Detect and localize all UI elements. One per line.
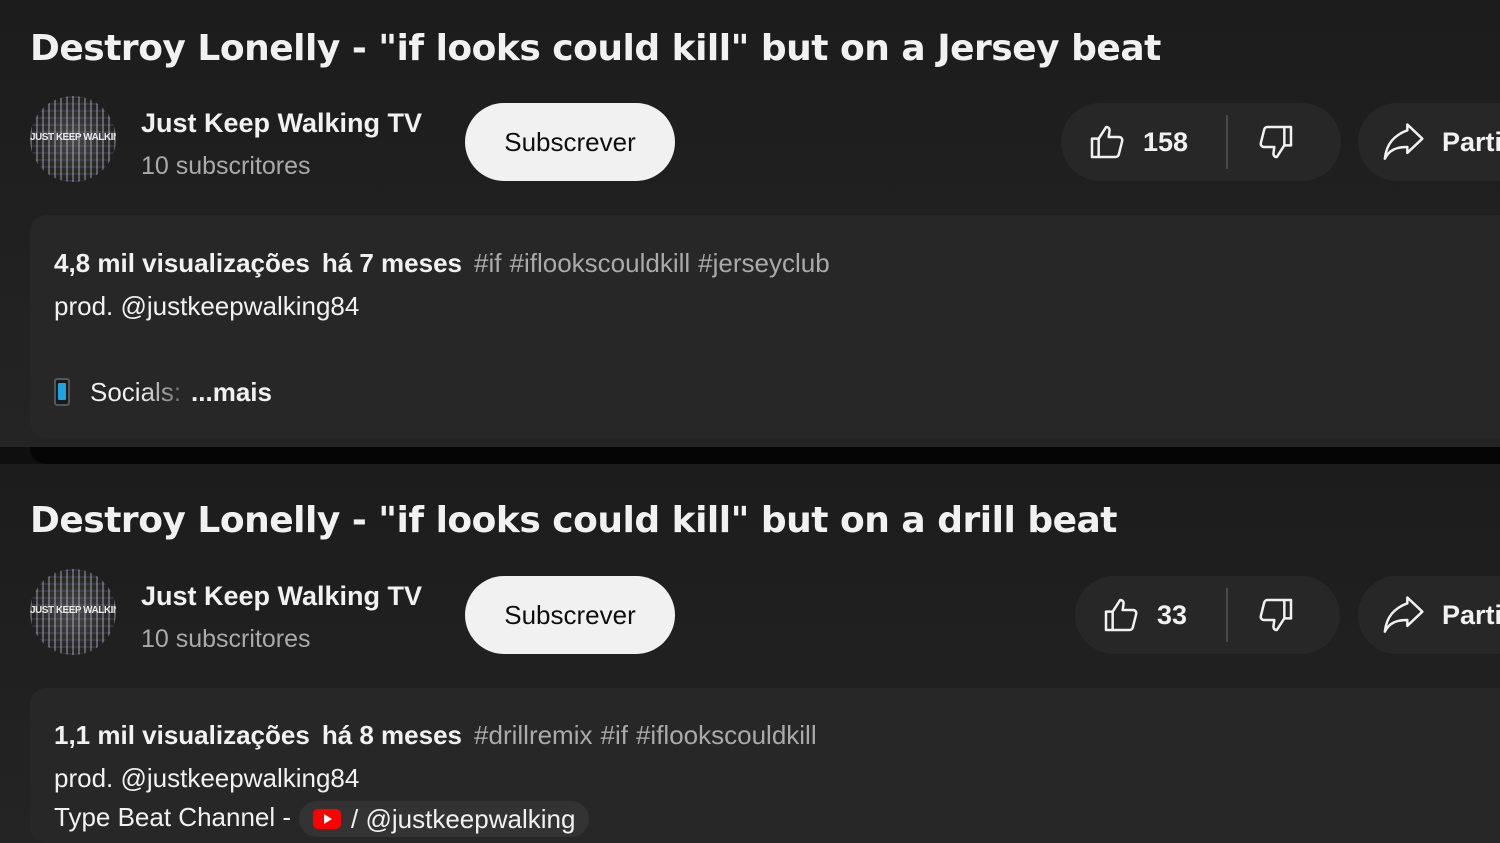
hashtag-link[interactable]: #if [601,720,628,750]
dislike-button[interactable] [1228,576,1340,654]
video-panel-2: Destroy Lonelly - "if looks could kill" … [0,464,1500,843]
channel-avatar[interactable]: JUST KEEP WALKING [30,96,116,182]
avatar-logo-text: JUST KEEP WALKING [30,132,116,143]
video-title: Destroy Lonelly - "if looks could kill" … [30,500,1118,541]
hashtag-link[interactable]: #drillremix [474,720,592,750]
channel-link-chip[interactable]: / @justkeepwalking [299,801,590,837]
description-box[interactable]: 1,1 mil visualizações há 8 meses #drillrem… [30,688,1500,843]
subscribe-button[interactable]: Subscrever [465,576,675,654]
description-meta: 1,1 mil visualizações há 8 meses #drillrem… [54,720,825,751]
youtube-logo-icon [313,809,342,829]
upload-age: há 8 meses [321,720,463,750]
description-text: prod. @justkeepwalking84 [54,291,360,321]
share-button[interactable]: Partilhar [1358,576,1500,654]
video-panel-1: Destroy Lonelly - "if looks could kill" … [0,0,1500,447]
description-channel-line: Type Beat Channel - / @justkeepwalking [54,801,590,837]
view-count: 4,8 mil visualizações [54,248,310,278]
hashtag-link[interactable]: #if [474,248,501,278]
channel-name[interactable]: Just Keep Walking TV [141,581,422,612]
type-beat-label: Type Beat Channel - [54,801,292,832]
section-separator [30,447,1500,464]
like-dislike-group: 158 [1061,103,1341,181]
like-count: 33 [1157,599,1188,630]
channel-avatar[interactable]: JUST KEEP WALKING [30,569,116,655]
description-socials-line: Socials: ...mais [54,377,272,408]
like-count: 158 [1143,126,1189,157]
upload-age: há 7 meses [321,248,463,278]
hashtag-link[interactable]: #iflookscouldkill [636,720,817,750]
hashtag-link[interactable]: #iflookscouldkill [510,248,691,278]
share-label: Partilhar [1442,126,1500,157]
description-meta: 4,8 mil visualizações há 7 meses #if #ifloo… [54,248,838,279]
share-button[interactable]: Partilhar [1358,103,1500,181]
subscribe-button[interactable]: Subscrever [465,103,675,181]
thumbs-up-icon [1101,595,1141,635]
view-count: 1,1 mil visualizações [54,720,310,750]
dislike-button[interactable] [1228,103,1341,181]
avatar-logo-text: JUST KEEP WALKING [30,605,116,616]
thumbs-down-icon [1256,595,1296,635]
share-label: Partilhar [1442,599,1500,630]
subscriber-count: 10 subscritores [141,152,311,180]
description-box[interactable]: 4,8 mil visualizações há 7 meses #if #ifloo… [30,215,1500,438]
thumbs-down-icon [1256,122,1296,162]
share-arrow-icon [1382,595,1426,635]
show-more-link[interactable]: ...mais [191,377,272,407]
share-arrow-icon [1382,122,1426,162]
mobile-phone-icon [54,378,70,406]
like-button[interactable]: 33 [1075,576,1226,654]
thumbs-up-icon [1087,122,1127,162]
channel-name[interactable]: Just Keep Walking TV [141,108,422,139]
like-dislike-group: 33 [1075,576,1340,654]
channel-link-label: / @justkeepwalking [351,803,576,834]
socials-label: Socials: [90,377,182,407]
description-text: prod. @justkeepwalking84 [54,763,360,793]
subscriber-count: 10 subscritores [141,625,311,653]
like-button[interactable]: 158 [1061,103,1226,181]
video-title: Destroy Lonelly - "if looks could kill" … [30,28,1161,69]
hashtag-link[interactable]: #jerseyclub [698,248,830,278]
